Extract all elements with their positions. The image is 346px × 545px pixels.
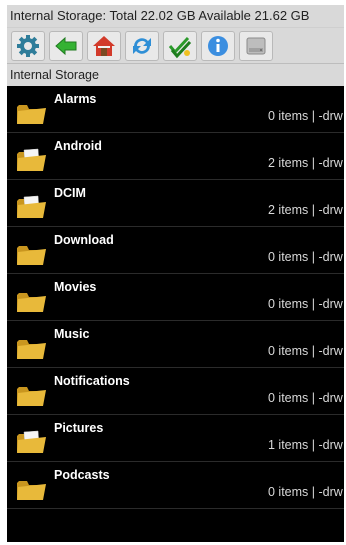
- back-arrow-icon: [53, 33, 79, 59]
- folder-icon: [15, 381, 47, 407]
- file-name: Download: [54, 233, 114, 247]
- file-name: Pictures: [54, 421, 104, 435]
- file-manager-window: Internal Storage: Total 22.02 GB Availab…: [7, 5, 344, 542]
- file-row-podcasts[interactable]: Podcasts 0 items | -drw: [7, 462, 344, 509]
- file-meta: 0 items | -drw: [268, 391, 343, 405]
- file-row-pictures[interactable]: Pictures 1 items | -drw: [7, 415, 344, 462]
- refresh-icon: [129, 33, 155, 59]
- back-button[interactable]: [49, 30, 83, 61]
- folder-with-document-icon: [15, 428, 47, 454]
- file-name: Music: [54, 327, 90, 341]
- file-name: Movies: [54, 280, 97, 294]
- refresh-button[interactable]: [125, 30, 159, 61]
- file-meta: 2 items | -drw: [268, 203, 343, 217]
- file-name: Podcasts: [54, 468, 110, 482]
- info-button[interactable]: [201, 30, 235, 61]
- file-row-dcim[interactable]: DCIM 2 items | -drw: [7, 180, 344, 227]
- toolbar: [7, 27, 344, 63]
- file-meta: 0 items | -drw: [268, 485, 343, 499]
- file-row-music[interactable]: Music 0 items | -drw: [7, 321, 344, 368]
- multi-select-button[interactable]: [163, 30, 197, 61]
- folder-icon: [15, 99, 47, 125]
- home-button[interactable]: [87, 30, 121, 61]
- folder-icon: [15, 287, 47, 313]
- file-meta: 1 items | -drw: [268, 438, 343, 452]
- folder-icon: [15, 475, 47, 501]
- file-name: Alarms: [54, 92, 97, 106]
- file-meta: 0 items | -drw: [268, 344, 343, 358]
- storage-button[interactable]: [239, 30, 273, 61]
- file-name: DCIM: [54, 186, 86, 200]
- current-path: Internal Storage: [7, 63, 344, 86]
- file-row-download[interactable]: Download 0 items | -drw: [7, 227, 344, 274]
- folder-icon: [15, 240, 47, 266]
- file-name: Android: [54, 139, 102, 153]
- file-list: Alarms 0 items | -drw Android 2 items | -dr…: [7, 86, 344, 509]
- gear-icon: [15, 33, 41, 59]
- info-icon: [205, 33, 231, 59]
- folder-icon: [15, 334, 47, 360]
- file-row-notifications[interactable]: Notifications 0 items | -drw: [7, 368, 344, 415]
- file-meta: 2 items | -drw: [268, 156, 343, 170]
- file-row-alarms[interactable]: Alarms 0 items | -drw: [7, 86, 344, 133]
- file-meta: 0 items | -drw: [268, 109, 343, 123]
- storage-summary: Internal Storage: Total 22.02 GB Availab…: [7, 5, 344, 27]
- file-name: Notifications: [54, 374, 130, 388]
- file-row-android[interactable]: Android 2 items | -drw: [7, 133, 344, 180]
- file-meta: 0 items | -drw: [268, 297, 343, 311]
- file-meta: 0 items | -drw: [268, 250, 343, 264]
- multi-select-icon: [167, 33, 193, 59]
- home-icon: [91, 33, 117, 59]
- settings-button[interactable]: [11, 30, 45, 61]
- folder-with-document-icon: [15, 193, 47, 219]
- folder-with-document-icon: [15, 146, 47, 172]
- file-row-movies[interactable]: Movies 0 items | -drw: [7, 274, 344, 321]
- storage-icon: [243, 33, 269, 59]
